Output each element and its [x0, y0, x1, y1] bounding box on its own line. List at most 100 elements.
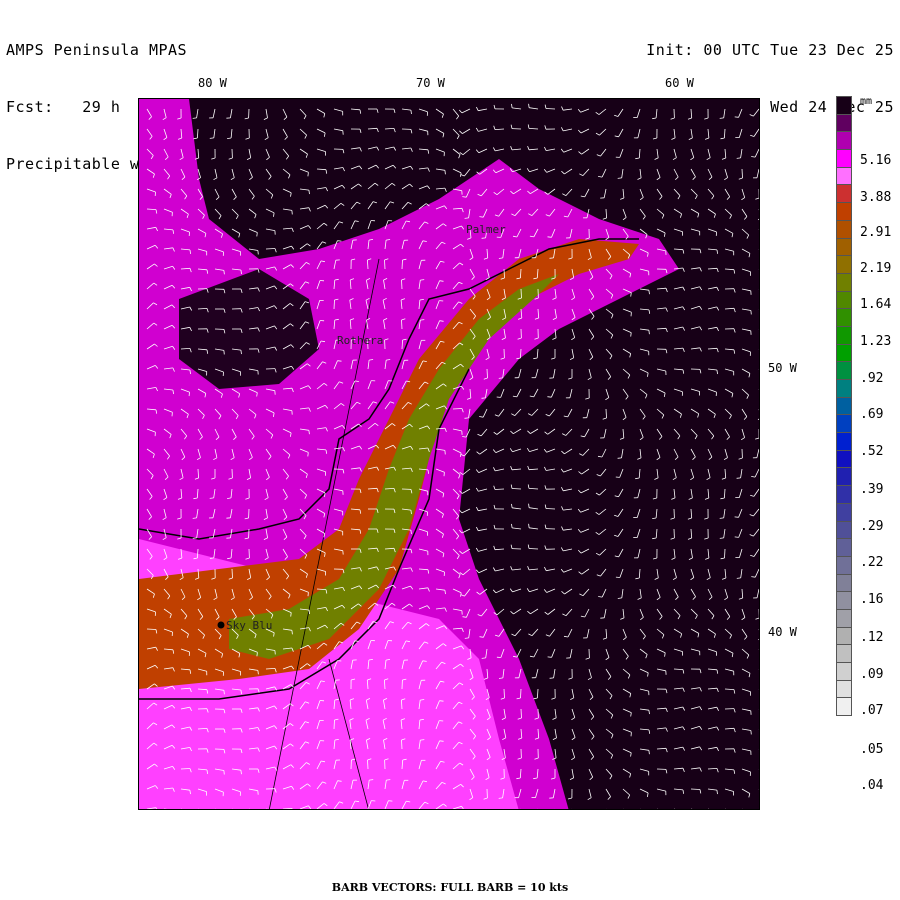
wind-barb — [528, 488, 539, 490]
color-legend — [836, 96, 852, 717]
wind-barb — [588, 708, 595, 717]
station-label-rothera: Rothera — [337, 334, 383, 347]
legend-label: .29 — [860, 519, 884, 534]
wind-barb-flag — [635, 477, 640, 480]
wind-barb-flag — [733, 269, 736, 274]
wind-barb — [571, 328, 576, 338]
wind-barb-flag — [407, 201, 412, 205]
wind-barb-flag — [731, 653, 734, 658]
wind-barb — [248, 188, 255, 197]
wind-barb — [564, 168, 573, 175]
wind-barb-flag — [223, 270, 225, 275]
wind-barb-flag — [266, 156, 270, 161]
wind-barb — [533, 648, 539, 658]
wind-barb — [350, 147, 360, 150]
wind-barb-flag — [230, 177, 235, 181]
wind-barb-flag — [392, 164, 397, 169]
wind-barb-flag — [723, 457, 728, 461]
wind-barb — [299, 207, 309, 210]
legend-swatch — [836, 220, 852, 239]
wind-barb-flag — [579, 173, 584, 176]
wind-barb-flag — [498, 797, 503, 799]
wind-barb-flag — [688, 557, 693, 560]
wind-barb — [520, 708, 522, 719]
wind-barb — [673, 468, 677, 478]
wind-barb-flag — [561, 591, 565, 595]
wind-barb — [724, 588, 729, 598]
wind-barb — [690, 168, 696, 177]
wind-barb — [452, 148, 461, 155]
wind-barb-flag — [716, 306, 720, 311]
wind-barb — [530, 608, 539, 615]
wind-barb — [758, 349, 759, 350]
wind-barb-flag — [510, 566, 513, 571]
wind-barb — [656, 568, 659, 578]
wind-barb-flag — [325, 169, 328, 174]
wind-barb-flag — [611, 734, 614, 739]
wind-barb — [299, 225, 309, 230]
wind-barb — [758, 309, 759, 310]
wind-barb — [690, 488, 693, 498]
wind-barb — [503, 808, 504, 809]
wind-barb — [753, 548, 759, 557]
wind-barb-flag — [733, 748, 736, 753]
wind-barb-flag — [209, 497, 214, 499]
wind-barb — [316, 108, 325, 114]
wind-barb-flag — [562, 613, 567, 617]
wind-barb — [231, 228, 240, 234]
wind-barb — [758, 749, 759, 750]
legend-label: .05 — [860, 742, 884, 757]
wind-barb-flag — [544, 524, 547, 529]
legend-swatch — [836, 521, 852, 540]
wind-barb-flag — [708, 176, 713, 181]
wind-barb — [231, 208, 239, 216]
wind-barb-flag — [716, 726, 720, 731]
legend-label: 1.23 — [860, 334, 892, 349]
wind-barb-flag — [587, 797, 592, 801]
barb-vector-note: BARB VECTORS: FULL BARB = 10 kts — [331, 881, 569, 894]
wind-barb-flag — [544, 566, 547, 571]
wind-barb — [639, 648, 648, 655]
wind-barb-flag — [738, 457, 743, 460]
wind-barb — [690, 468, 695, 478]
wind-barb-flag — [359, 128, 362, 134]
wind-barb — [529, 588, 539, 593]
wind-barb — [333, 108, 343, 112]
wind-barb — [622, 408, 627, 418]
wind-barb — [707, 726, 717, 730]
wind-barb — [316, 187, 326, 190]
wind-barb — [545, 108, 556, 110]
wind-barb — [758, 289, 759, 290]
wind-barb-flag — [511, 633, 516, 637]
wind-barb — [756, 448, 759, 458]
wind-barb-flag — [648, 729, 651, 734]
wind-barb-flag — [359, 165, 363, 170]
wind-barb — [600, 568, 607, 577]
wind-barb — [511, 468, 522, 471]
wind-barb-flag — [304, 134, 307, 139]
wind-barb — [724, 248, 734, 252]
wind-barb-flag — [223, 690, 225, 695]
wind-barb — [673, 448, 679, 458]
wind-barb-flag — [263, 117, 268, 120]
wind-barb — [690, 608, 698, 616]
wind-barb — [350, 220, 356, 230]
wind-barb — [673, 568, 677, 578]
wind-barb-flag — [386, 779, 391, 781]
wind-barb-flag — [561, 127, 564, 132]
wind-barb-flag — [647, 792, 649, 797]
wind-barb-flag — [493, 545, 496, 550]
wind-barb — [215, 808, 216, 809]
wind-barb-flag — [721, 477, 726, 480]
wind-barb-flag — [342, 167, 345, 172]
init-time: Init: 00 UTC Tue 23 Dec 25 — [646, 41, 894, 59]
wind-barb-flag — [390, 201, 395, 204]
wind-barb-flag — [544, 146, 547, 151]
wind-barb — [690, 228, 700, 232]
wind-barb-flag — [670, 517, 675, 520]
wind-barb — [514, 628, 522, 637]
wind-barb-flag — [614, 514, 619, 517]
wind-barb-flag — [303, 115, 307, 120]
wind-barb — [367, 220, 372, 230]
wind-barb — [231, 188, 237, 198]
